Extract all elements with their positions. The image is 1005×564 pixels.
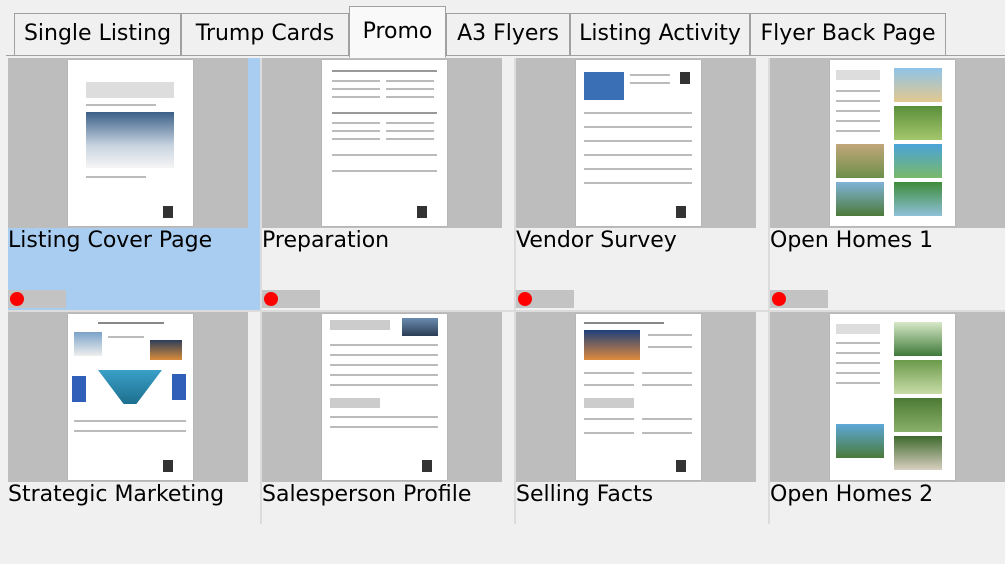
template-tile[interactable]: Selling Facts: [516, 312, 768, 564]
grid-divider: [260, 58, 262, 524]
grid-divider: [8, 310, 1005, 312]
thumbnail-page: [68, 314, 193, 480]
tab-flyer-back-page[interactable]: Flyer Back Page: [750, 13, 946, 55]
template-tile[interactable]: Open Homes 1: [770, 58, 1005, 310]
status-dot-icon: [518, 292, 532, 306]
thumbnail-background: [516, 58, 756, 228]
template-tile[interactable]: Strategic Marketing: [8, 312, 260, 564]
tile-label: Selling Facts: [516, 482, 654, 507]
tab-a3-flyers[interactable]: A3 Flyers: [446, 13, 570, 55]
grid-divider: [514, 58, 516, 524]
template-tile[interactable]: Listing Cover Page: [8, 58, 260, 310]
thumbnail-background: [770, 58, 1005, 228]
thumbnail-background: [8, 312, 248, 482]
thumbnail-page: [68, 60, 193, 226]
template-tile[interactable]: Open Homes 2: [770, 312, 1005, 564]
status-dot-icon: [10, 292, 24, 306]
tab-single-listing[interactable]: Single Listing: [14, 13, 181, 55]
thumbnail-page: [322, 314, 447, 480]
tab-listing-activity[interactable]: Listing Activity: [570, 13, 750, 55]
status-dot-icon: [772, 292, 786, 306]
status-dot-icon: [264, 292, 278, 306]
thumbnail-page: [576, 60, 701, 226]
template-tile[interactable]: Vendor Survey: [516, 58, 768, 310]
grid-divider: [768, 58, 770, 524]
thumbnail-background: [8, 58, 248, 228]
template-tile[interactable]: Salesperson Profile: [262, 312, 514, 564]
thumbnail-page: [830, 60, 955, 226]
thumbnail-background: [262, 58, 502, 228]
tile-label: Open Homes 1: [770, 228, 934, 253]
thumbnail-background: [262, 312, 502, 482]
tile-label: Vendor Survey: [516, 228, 677, 253]
tab-trump-cards[interactable]: Trump Cards: [181, 13, 349, 55]
tile-label: Listing Cover Page: [8, 228, 213, 253]
tile-label: Open Homes 2: [770, 482, 934, 507]
template-grid: Listing Cover Page Preparation Vendor Su…: [8, 58, 1005, 564]
tab-promo[interactable]: Promo: [349, 6, 446, 58]
template-tile[interactable]: Preparation: [262, 58, 514, 310]
thumbnail-background: [516, 312, 756, 482]
tile-label: Salesperson Profile: [262, 482, 472, 507]
tile-label: Preparation: [262, 228, 390, 253]
thumbnail-background: [770, 312, 1005, 482]
tab-bar: Single Listing Trump Cards Promo A3 Flye…: [0, 0, 1005, 58]
thumbnail-page: [830, 314, 955, 480]
thumbnail-page: [576, 314, 701, 480]
thumbnail-page: [322, 60, 447, 226]
tile-label: Strategic Marketing: [8, 482, 225, 507]
